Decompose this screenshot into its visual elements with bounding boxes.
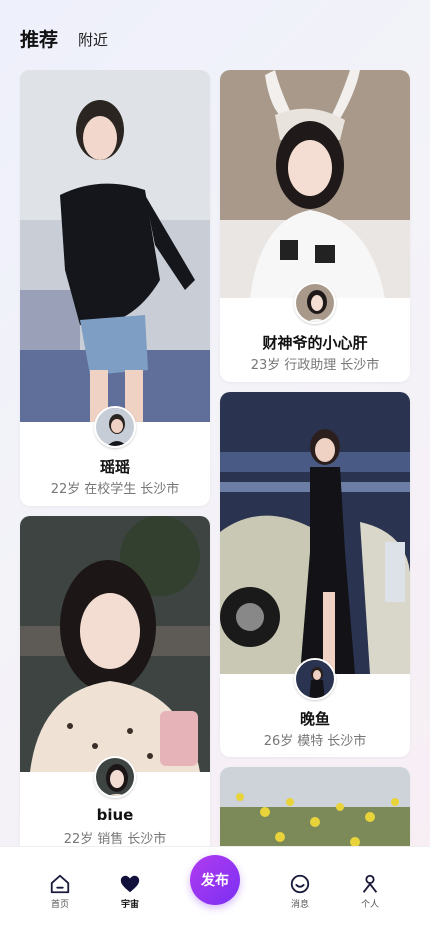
heart-icon — [120, 875, 140, 893]
tab-recommend[interactable]: 推荐 — [20, 25, 58, 52]
profile-name: 瑶瑶 — [99, 458, 130, 476]
avatar[interactable] — [294, 658, 336, 700]
top-tabs: 推荐 附近 — [0, 0, 430, 70]
avatar[interactable] — [94, 406, 136, 448]
avatar[interactable] — [94, 756, 136, 798]
profile-photo — [220, 70, 410, 298]
home-icon — [50, 874, 70, 894]
profile-card[interactable]: 财神爷的小心肝 23岁 行政助理 长沙市 — [220, 70, 410, 382]
profile-photo — [220, 392, 410, 674]
profile-card[interactable]: biue 22岁 销售 长沙市 — [20, 516, 210, 846]
publish-button[interactable]: 发布 — [190, 855, 240, 905]
feed: 瑶瑶 22岁 在校学生 长沙市 财神爷的小心肝 23岁 行政助理 长沙市 晚鱼 … — [0, 70, 430, 846]
chat-icon — [290, 874, 310, 894]
profile-card[interactable] — [220, 767, 410, 846]
profile-photo — [20, 70, 210, 422]
profile-meta: 22岁 在校学生 长沙市 — [50, 482, 180, 497]
nav-home[interactable]: 首页 — [40, 873, 80, 910]
tab-nearby[interactable]: 附近 — [78, 29, 108, 52]
profile-meta: 23岁 行政助理 长沙市 — [250, 358, 380, 373]
profile-name: biue — [96, 806, 134, 824]
avatar[interactable] — [294, 282, 336, 324]
nav-profile[interactable]: 个人 — [350, 873, 390, 910]
nav-messages-label: 消息 — [290, 900, 309, 910]
bottom-tab-bar: 首页 宇宙 发布 消息 个人 — [0, 846, 430, 932]
nav-home-label: 首页 — [50, 900, 69, 910]
nav-universe-label: 宇宙 — [120, 900, 139, 910]
profile-photo — [220, 767, 410, 846]
nav-messages[interactable]: 消息 — [280, 873, 320, 910]
profile-card[interactable]: 瑶瑶 22岁 在校学生 长沙市 — [20, 70, 210, 506]
nav-profile-label: 个人 — [360, 900, 379, 910]
profile-name: 财神爷的小心肝 — [262, 334, 368, 352]
nav-universe[interactable]: 宇宙 — [110, 873, 150, 910]
profile-name: 晚鱼 — [299, 710, 330, 728]
profile-meta: 26岁 模特 长沙市 — [263, 734, 367, 749]
profile-card[interactable]: 晚鱼 26岁 模特 长沙市 — [220, 392, 410, 757]
person-icon — [362, 874, 378, 893]
profile-meta: 22岁 销售 长沙市 — [63, 832, 167, 846]
profile-photo — [20, 516, 210, 772]
